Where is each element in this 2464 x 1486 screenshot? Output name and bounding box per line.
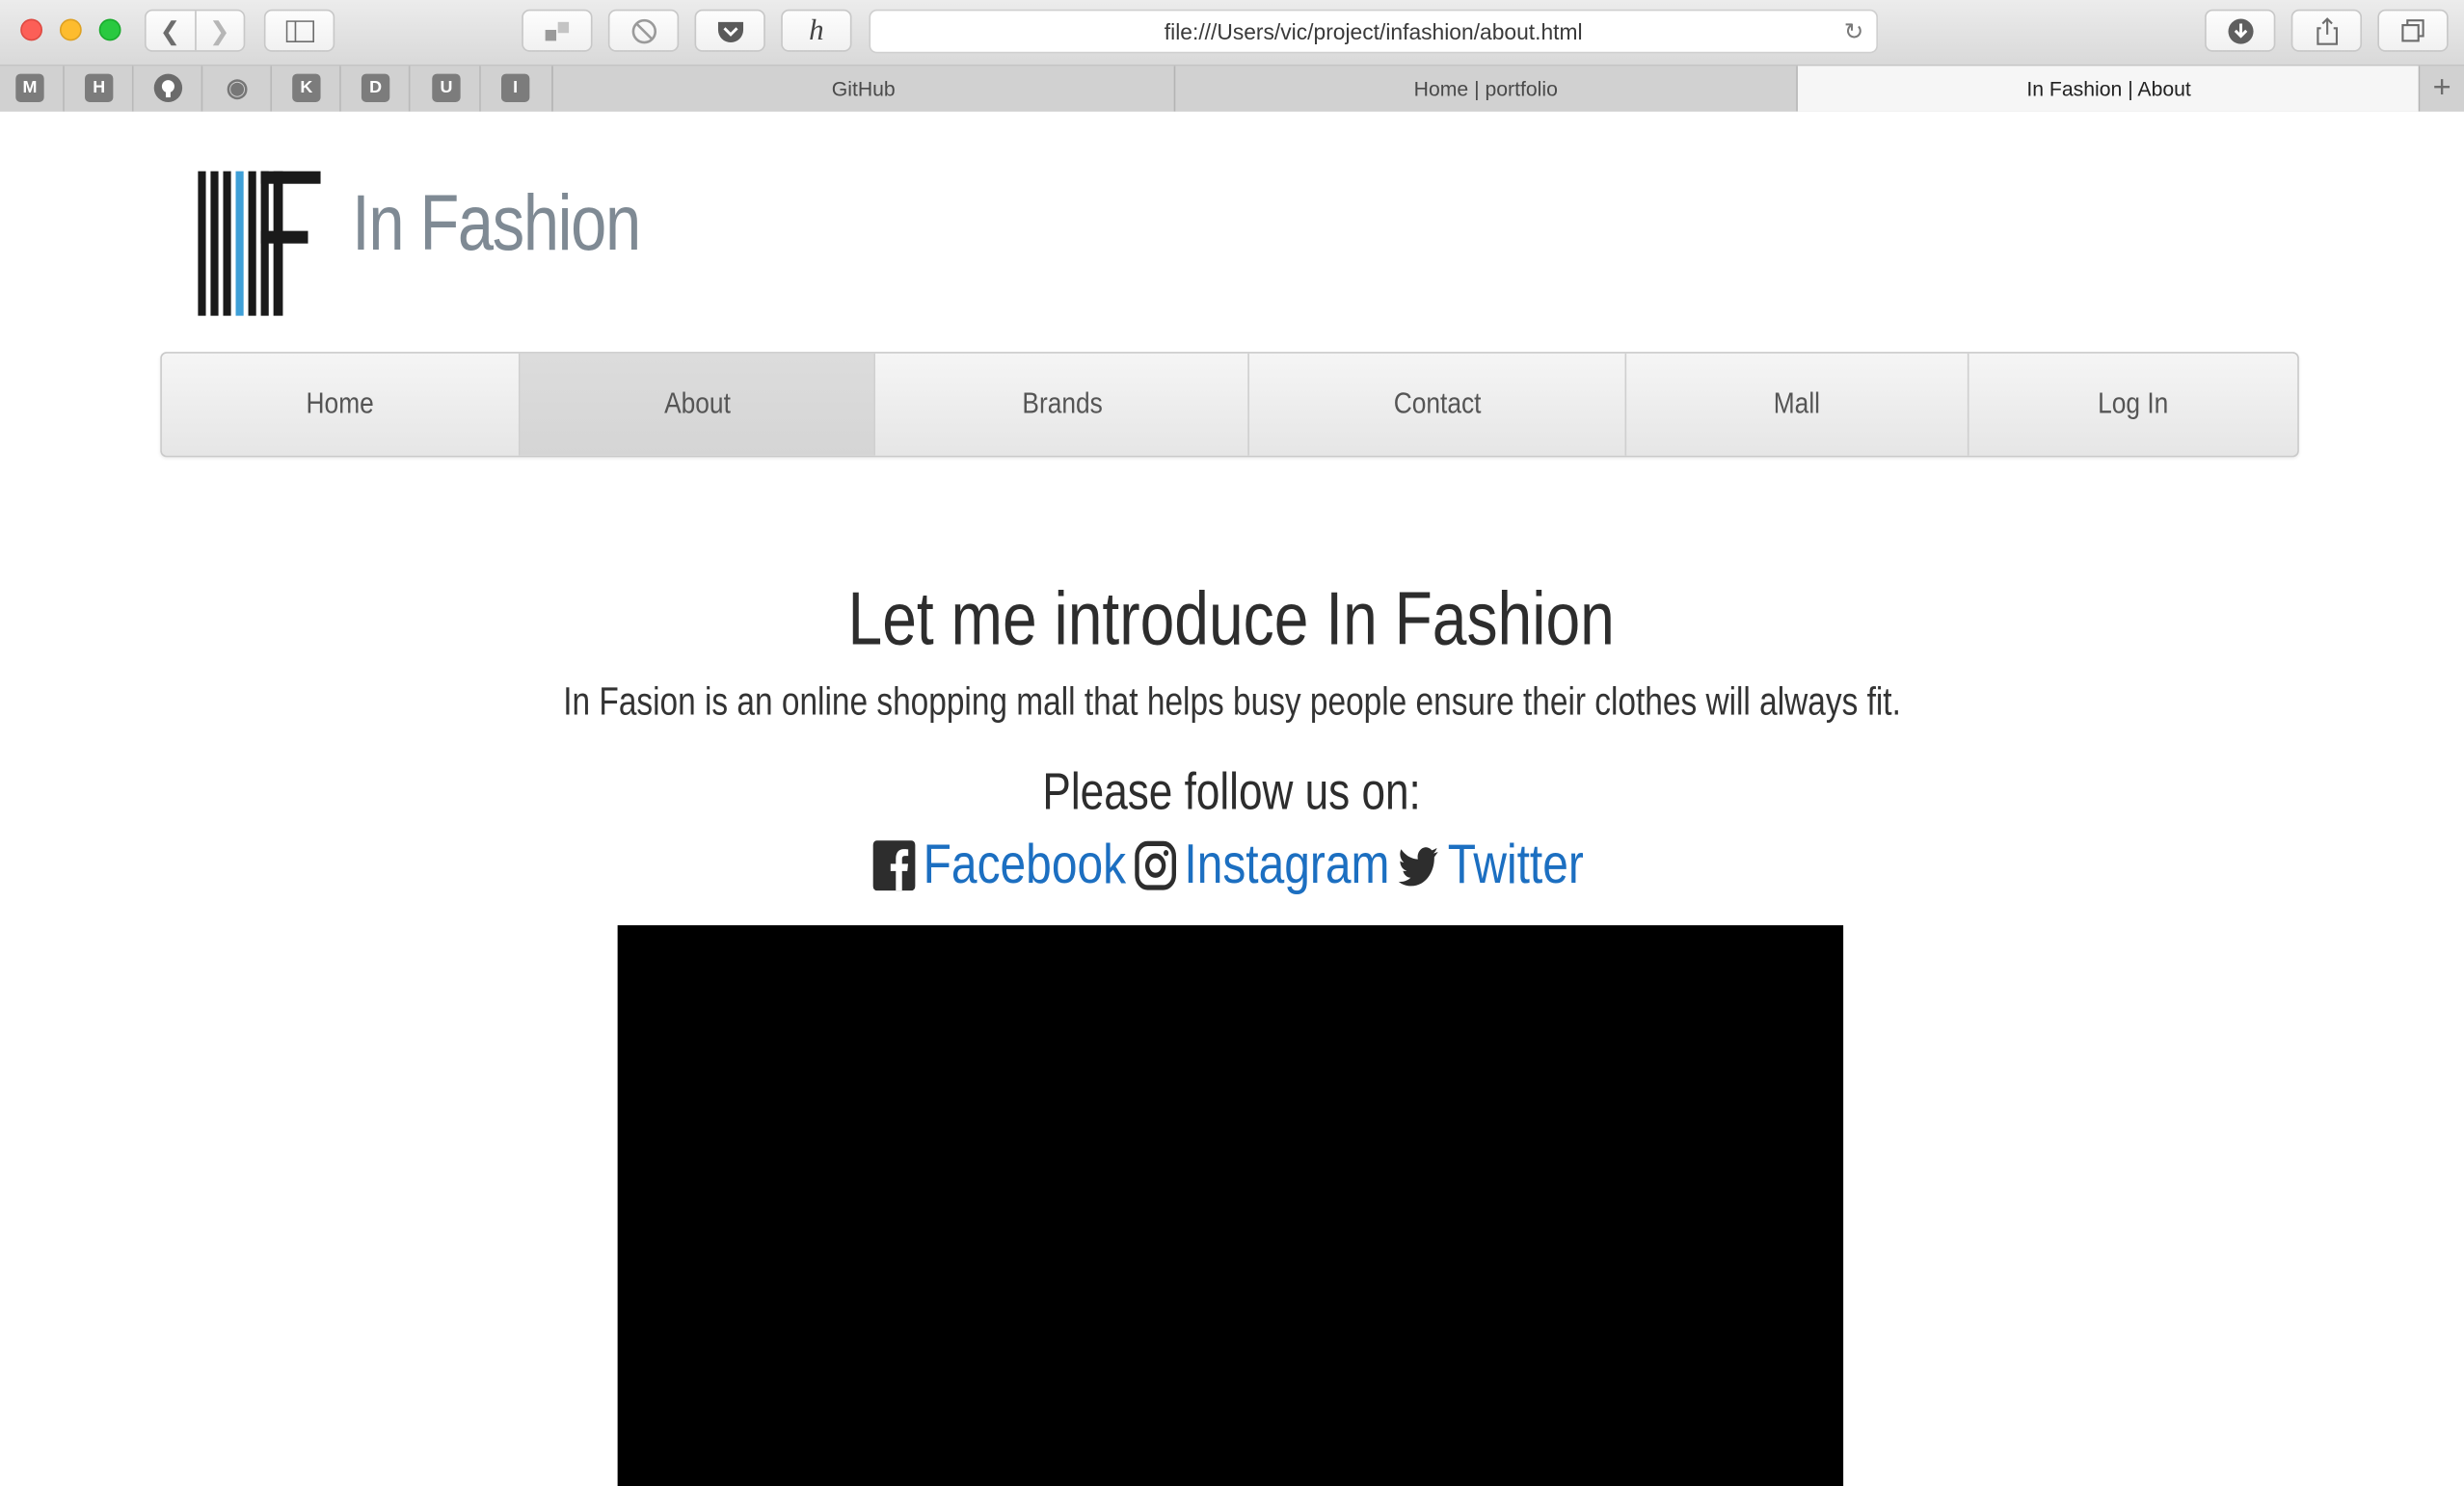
address-bar[interactable]: file:///Users/vic/project/infashion/abou…: [869, 9, 1878, 54]
nav-item-mall[interactable]: Mall: [1626, 353, 1970, 456]
favorite-h[interactable]: H: [85, 73, 114, 102]
twitter-link[interactable]: Twitter: [1447, 835, 1583, 897]
browser-toolbar: ❮ ❯ h file:///Users/vic/project/infashio…: [0, 0, 2464, 66]
nav-item-contact[interactable]: Contact: [1249, 353, 1626, 456]
main-navigation: Home About Brands Contact Mall Log In: [160, 352, 2299, 458]
divider: [131, 66, 134, 112]
share-button[interactable]: [2290, 9, 2363, 52]
new-tab-button[interactable]: +: [2418, 66, 2464, 112]
close-window-button[interactable]: [20, 18, 43, 41]
tab-label: Home | portfolio: [1413, 76, 1558, 101]
tab-in-fashion-about[interactable]: In Fashion | About: [1796, 66, 2421, 112]
web-page: In Fashion Home About Brands Contact Mal…: [0, 111, 2464, 1486]
favorite-d[interactable]: D: [361, 73, 390, 102]
reddit-favorite-icon[interactable]: ◉: [223, 74, 251, 102]
tab-label: In Fashion | About: [2026, 76, 2191, 101]
extension-button-1[interactable]: [522, 9, 593, 52]
favorite-m[interactable]: M: [15, 73, 44, 102]
sidebar-toggle-button[interactable]: [263, 9, 335, 52]
downloads-button[interactable]: [2205, 9, 2276, 52]
social-links: Facebook Instagram Twitter: [0, 835, 2464, 897]
twitter-icon[interactable]: [1397, 840, 1439, 890]
pocket-button[interactable]: [694, 9, 765, 52]
honey-button[interactable]: h: [781, 9, 852, 52]
divider: [270, 66, 273, 112]
tab-overview-button[interactable]: [2377, 9, 2449, 52]
minimize-window-button[interactable]: [59, 18, 82, 41]
zoom-window-button[interactable]: [98, 18, 121, 41]
sidebar-icon: [284, 19, 314, 42]
share-icon: [2316, 16, 2338, 44]
nav-item-label: Contact: [1393, 386, 1481, 421]
tab-github[interactable]: GitHub: [551, 66, 1174, 112]
divider: [63, 66, 65, 112]
divider: [339, 66, 341, 112]
nav-item-about[interactable]: About: [520, 353, 876, 456]
nav-item-home[interactable]: Home: [162, 353, 521, 456]
blocker-icon: [630, 18, 656, 43]
github-favorite-icon[interactable]: [153, 73, 183, 102]
video-player[interactable]: [617, 925, 1844, 1486]
facebook-link[interactable]: Facebook: [923, 835, 1125, 897]
back-button[interactable]: ❮: [146, 11, 195, 51]
nav-item-log-in[interactable]: Log In: [1969, 354, 2297, 456]
nav-item-brands[interactable]: Brands: [876, 353, 1249, 456]
nav-item-label: Brands: [1021, 386, 1103, 421]
favorite-k[interactable]: K: [292, 73, 321, 102]
favorite-u[interactable]: U: [432, 73, 461, 102]
facebook-icon[interactable]: [872, 840, 916, 891]
download-icon: [2227, 17, 2253, 43]
tab-label: GitHub: [831, 76, 896, 101]
divider: [479, 66, 481, 112]
social-links-row: Facebook Instagram Twitter: [872, 835, 1591, 897]
in-fashion-logo[interactable]: [195, 168, 327, 318]
nav-item-label: Mall: [1773, 386, 1821, 421]
headline-text: Let me introduce In Fashion: [848, 577, 1616, 662]
puzzle-icon: [544, 21, 569, 40]
favorite-i[interactable]: I: [501, 73, 530, 102]
plus-icon: +: [2432, 70, 2451, 106]
nav-item-label: About: [663, 386, 731, 421]
divider: [408, 66, 411, 112]
page-description: In Fasion is an online shopping mall tha…: [0, 680, 2464, 726]
instagram-link[interactable]: Instagram: [1184, 835, 1389, 897]
divider: [201, 66, 203, 112]
description-text: In Fasion is an online shopping mall tha…: [563, 679, 1901, 725]
forward-button[interactable]: ❯: [194, 11, 244, 51]
extension-button-2[interactable]: [607, 9, 680, 52]
pocket-icon: [717, 21, 743, 42]
follow-text: Please follow us on:: [1042, 761, 1422, 820]
nav-item-label: Home: [306, 386, 374, 421]
history-buttons: ❮ ❯: [144, 9, 246, 52]
url-text: file:///Users/vic/project/infashion/abou…: [1164, 18, 1583, 44]
tab-home-portfolio[interactable]: Home | portfolio: [1173, 66, 1797, 112]
follow-prompt: Please follow us on:: [0, 762, 2464, 822]
instagram-icon[interactable]: [1134, 840, 1176, 890]
nav-item-label: Log In: [2098, 386, 2169, 421]
site-title[interactable]: In Fashion: [352, 177, 641, 269]
tabs-icon: [2400, 18, 2424, 41]
page-headline: Let me introduce In Fashion: [0, 576, 2464, 663]
reload-icon[interactable]: ↻: [1844, 17, 1864, 46]
tab-bar: M H ◉ K D U I GitHub Home | portfolio In…: [0, 66, 2464, 114]
honey-icon: h: [809, 13, 824, 47]
